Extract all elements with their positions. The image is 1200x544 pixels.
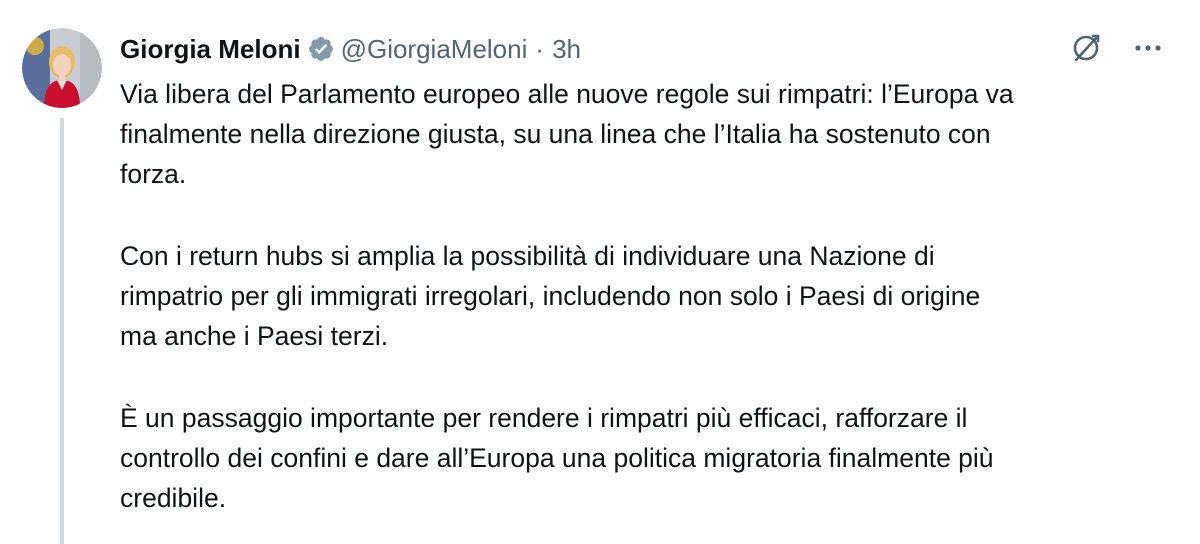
timestamp[interactable]: 3h (552, 34, 581, 65)
tweet-paragraph: Con i return hubs si amplia la possibili… (120, 241, 981, 351)
more-options-icon[interactable] (1130, 30, 1166, 66)
author-name[interactable]: Giorgia Meloni (120, 34, 301, 65)
tweet-card: Giorgia Meloni @GiorgiaMeloni · 3h Via l… (0, 0, 1200, 544)
author-handle[interactable]: @GiorgiaMeloni (341, 34, 528, 65)
avatar[interactable] (22, 28, 102, 108)
avatar-column (22, 28, 104, 108)
header-separator: · (535, 33, 545, 64)
tweet-actions (1068, 30, 1166, 66)
tweet-header: Giorgia Meloni @GiorgiaMeloni · 3h (120, 29, 581, 69)
tweet-text: Via libera del Parlamento europeo alle n… (120, 74, 1180, 544)
tweet-paragraph: Via libera del Parlamento europeo alle n… (120, 79, 1014, 189)
tweet-paragraph: È un passaggio importante per rendere i … (120, 403, 994, 513)
grok-icon[interactable] (1068, 30, 1104, 66)
thread-line (60, 118, 64, 544)
verified-badge-icon[interactable] (307, 35, 335, 63)
